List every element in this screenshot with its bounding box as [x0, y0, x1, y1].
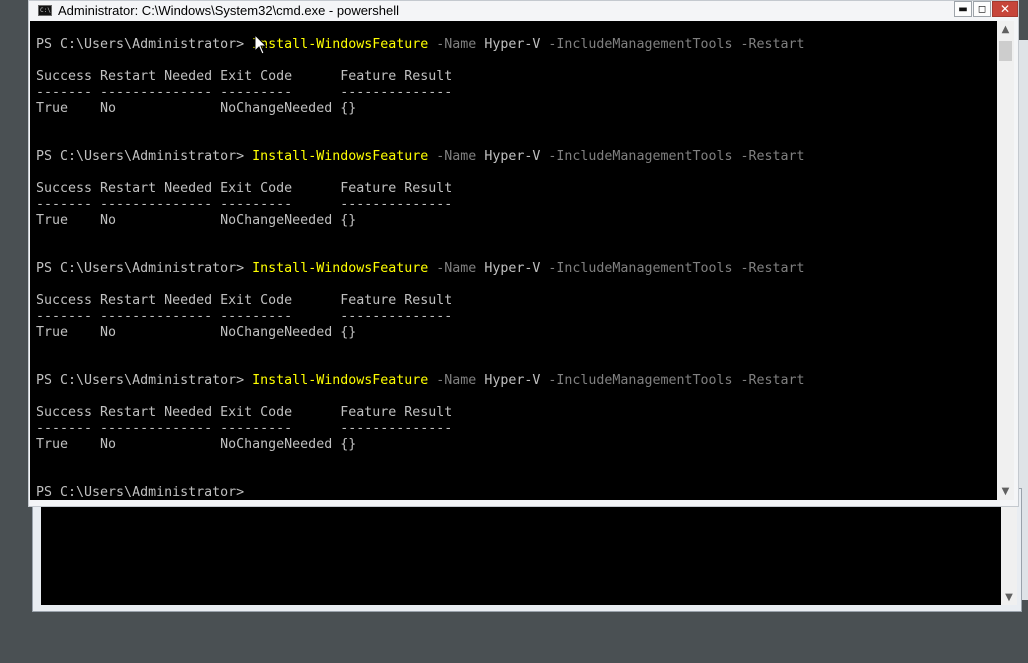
chevron-up-icon: ▲ — [1001, 24, 1010, 35]
scroll-down-button[interactable]: ▼ — [997, 483, 1014, 500]
command-text: Install-WindowsFeature — [252, 261, 429, 276]
output-header: Success Restart Needed Exit Code Feature… — [36, 181, 453, 196]
console-icon: C:\ — [38, 5, 52, 16]
command-line: PS C:\Users\Administrator> Install-Windo… — [36, 37, 805, 53]
current-prompt[interactable]: PS C:\Users\Administrator> — [36, 485, 244, 500]
prompt-text: PS C:\Users\Administrator> — [36, 149, 253, 164]
output-header: Success Restart Needed Exit Code Feature… — [36, 405, 453, 420]
prompt-text: PS C:\Users\Administrator> — [36, 373, 253, 388]
command-line: PS C:\Users\Administrator> Install-Windo… — [36, 261, 805, 277]
maximize-icon: ◻ — [977, 3, 987, 15]
output-separator: ------- -------------- --------- -------… — [36, 421, 453, 436]
parameter-switches: -IncludeManagementTools -Restart — [540, 149, 805, 164]
title-bar[interactable]: C:\ Administrator: C:\Windows\System32\c… — [29, 1, 1018, 21]
chevron-down-icon: ▼ — [1001, 486, 1010, 497]
output-header: Success Restart Needed Exit Code Feature… — [36, 69, 453, 84]
command-text: Install-WindowsFeature — [252, 37, 429, 52]
maximize-button[interactable]: ◻ — [973, 1, 991, 17]
console-scrollbar[interactable]: ▲ ▼ — [997, 21, 1014, 500]
console-output[interactable]: PS C:\Users\Administrator> Install-Windo… — [30, 21, 997, 500]
background-scroll-down-button[interactable]: ▼ — [1001, 589, 1017, 605]
mouse-pointer-icon — [254, 34, 268, 55]
minimize-button[interactable]: ▬ — [954, 1, 972, 17]
powershell-window[interactable]: C:\ Administrator: C:\Windows\System32\c… — [28, 0, 1019, 507]
output-separator: ------- -------------- --------- -------… — [36, 197, 453, 212]
command-line: PS C:\Users\Administrator> Install-Windo… — [36, 149, 805, 165]
output-separator: ------- -------------- --------- -------… — [36, 85, 453, 100]
output-row: True No NoChangeNeeded {} — [36, 101, 357, 116]
output-row: True No NoChangeNeeded {} — [36, 437, 357, 452]
parameter-value: Hyper-V — [476, 149, 541, 164]
output-header: Success Restart Needed Exit Code Feature… — [36, 293, 453, 308]
prompt-text: PS C:\Users\Administrator> — [36, 261, 253, 276]
parameter-value: Hyper-V — [476, 37, 541, 52]
parameter-name: -Name — [428, 149, 477, 164]
parameter-switches: -IncludeManagementTools -Restart — [540, 373, 805, 388]
output-row: True No NoChangeNeeded {} — [36, 213, 357, 228]
parameter-name: -Name — [428, 37, 477, 52]
close-icon: ✕ — [999, 2, 1011, 16]
background-console-area[interactable] — [41, 503, 1001, 605]
parameter-value: Hyper-V — [476, 373, 541, 388]
parameter-switches: -IncludeManagementTools -Restart — [540, 37, 805, 52]
parameter-value: Hyper-V — [476, 261, 541, 276]
output-row: True No NoChangeNeeded {} — [36, 325, 357, 340]
minimize-icon: ▬ — [958, 3, 968, 15]
chevron-down-icon: ▼ — [1005, 591, 1013, 603]
scroll-thumb[interactable] — [999, 41, 1012, 61]
output-separator: ------- -------------- --------- -------… — [36, 309, 453, 324]
command-line: PS C:\Users\Administrator> Install-Windo… — [36, 373, 805, 389]
parameter-name: -Name — [428, 261, 477, 276]
prompt-text: PS C:\Users\Administrator> — [36, 37, 253, 52]
command-text: Install-WindowsFeature — [252, 149, 429, 164]
scroll-up-button[interactable]: ▲ — [997, 21, 1014, 38]
window-title: Administrator: C:\Windows\System32\cmd.e… — [58, 3, 400, 18]
parameter-name: -Name — [428, 373, 477, 388]
command-text: Install-WindowsFeature — [252, 373, 429, 388]
background-scrollbar[interactable]: ▼ — [1001, 503, 1017, 605]
parameter-switches: -IncludeManagementTools -Restart — [540, 261, 805, 276]
close-button[interactable]: ✕ — [992, 1, 1018, 17]
